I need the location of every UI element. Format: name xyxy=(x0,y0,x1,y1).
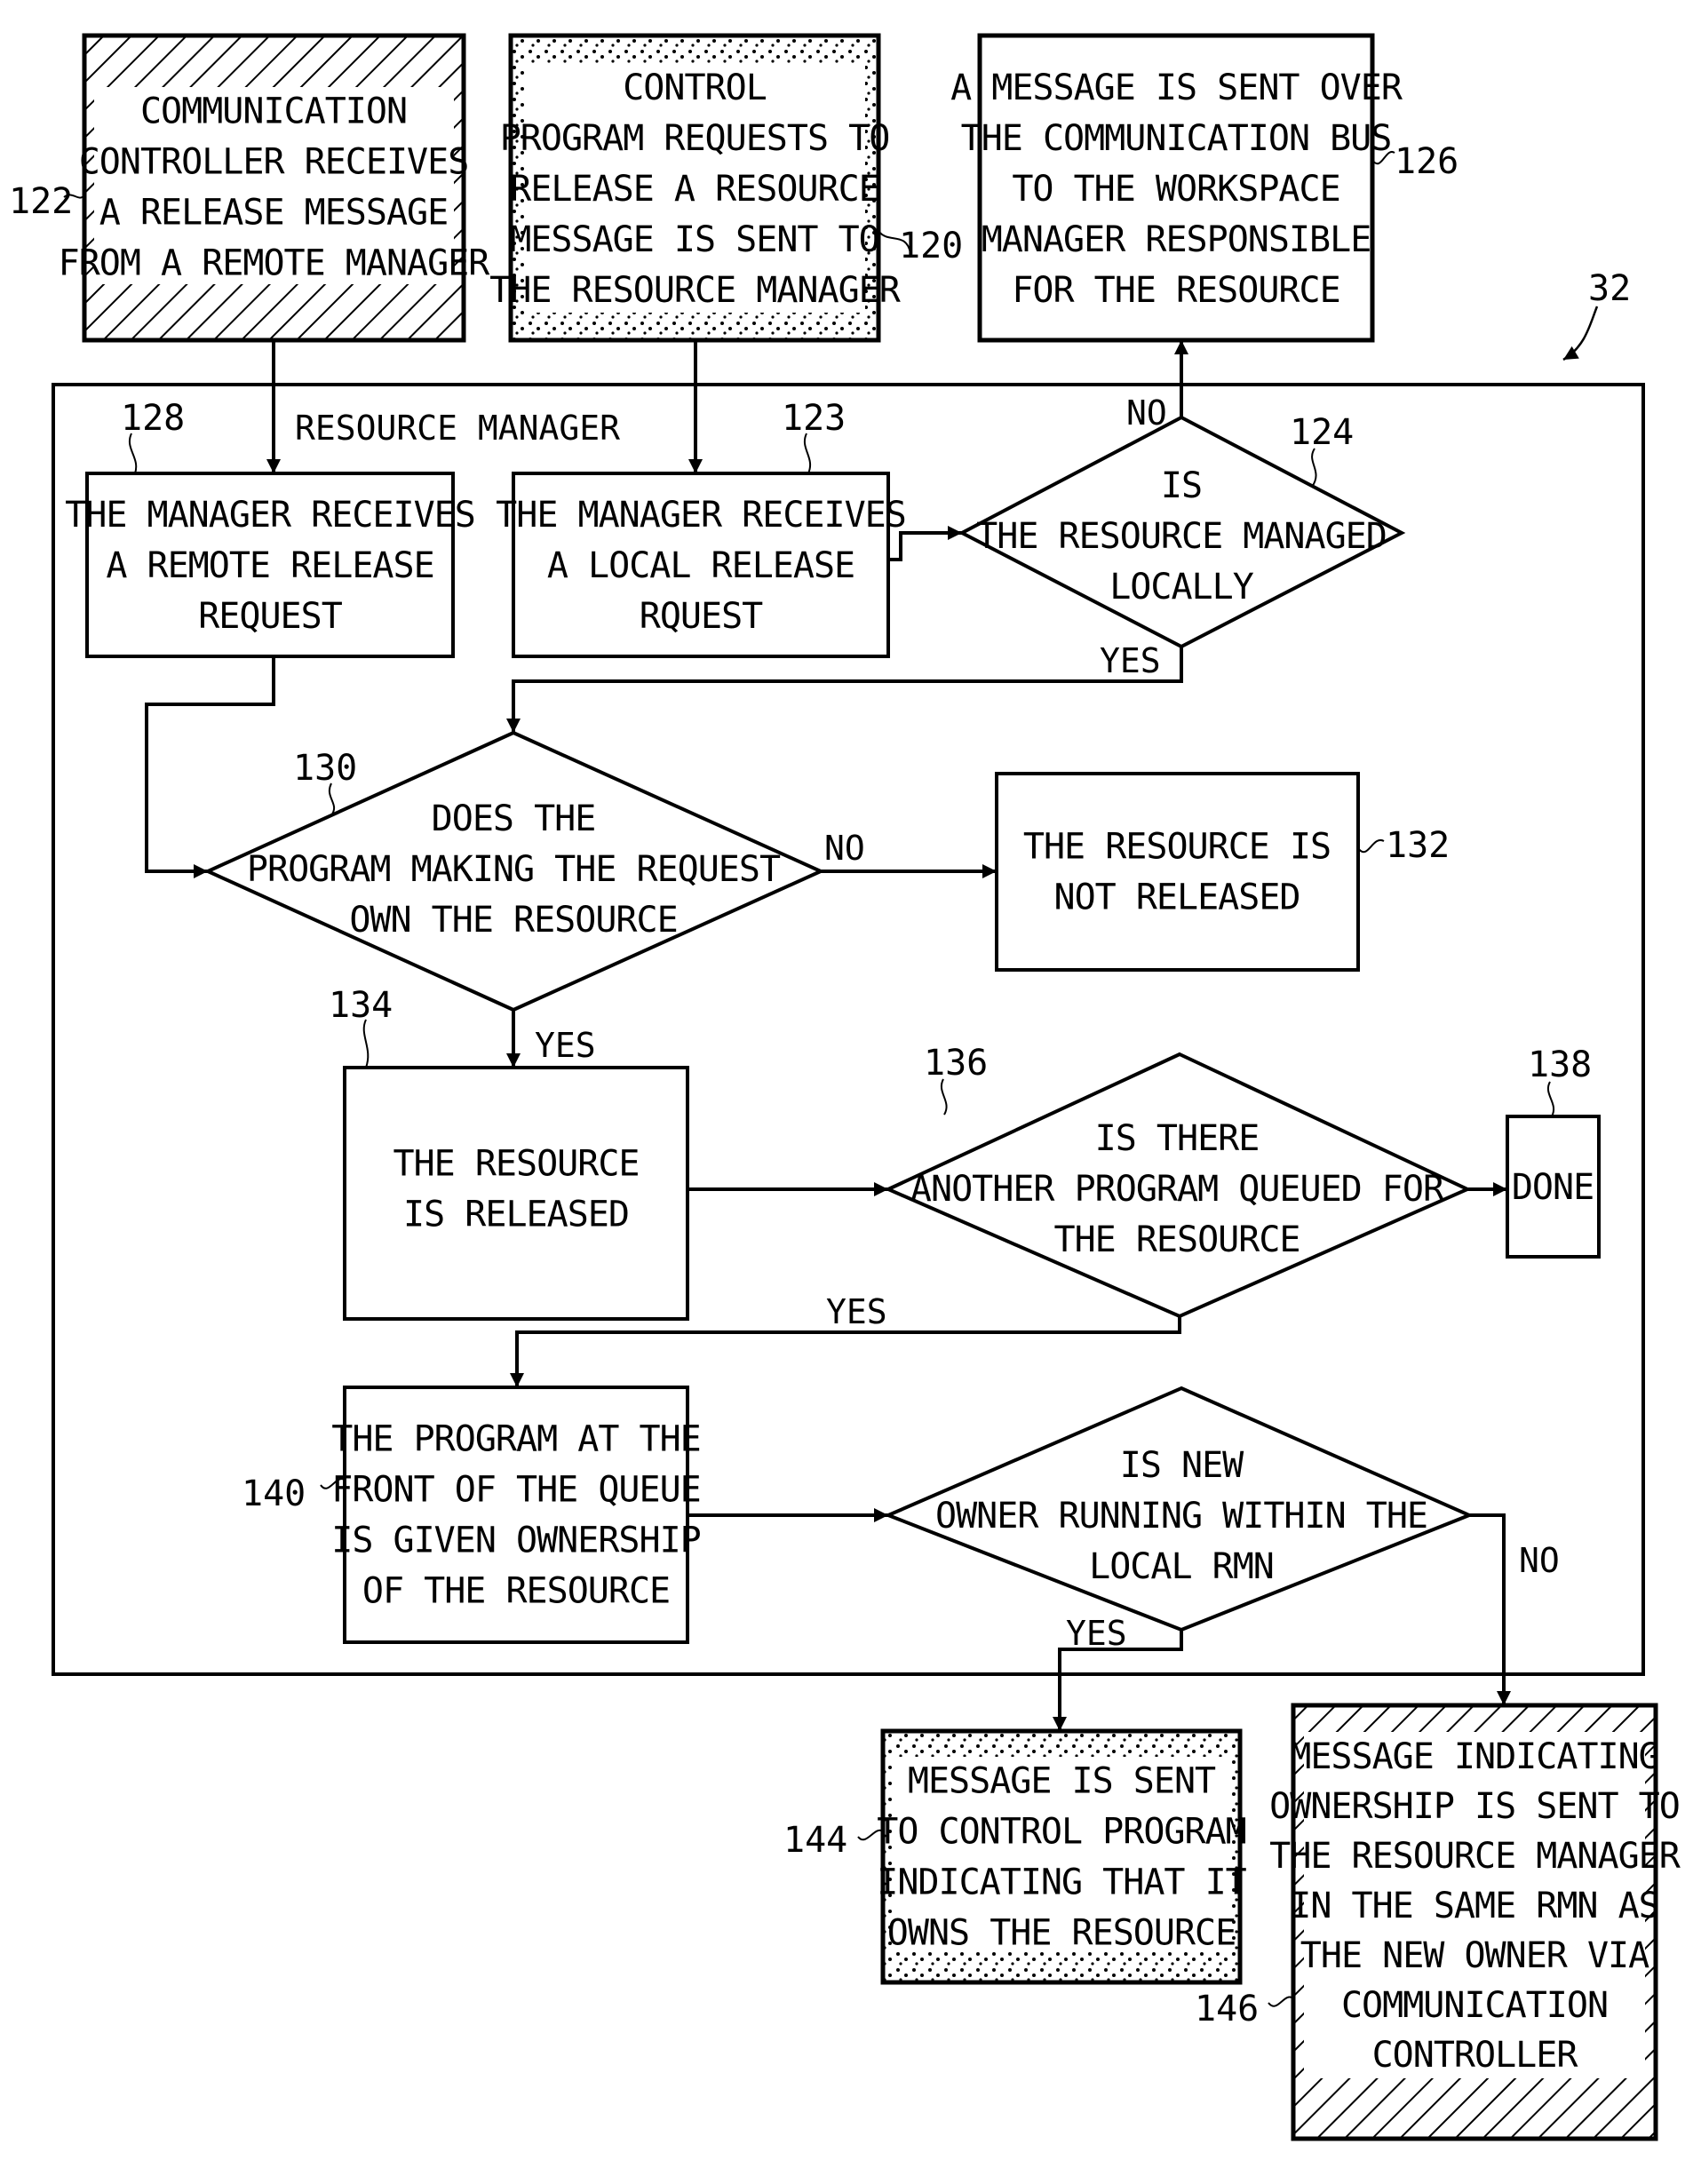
figure-ref-leader xyxy=(1562,306,1599,361)
node-122-text-line: CONTROLLER RECEIVES xyxy=(79,142,469,183)
node-142-text-line: LOCAL RMN xyxy=(1089,1546,1274,1587)
container-label: RESOURCE MANAGER xyxy=(295,409,620,448)
ref-138: 138 xyxy=(1528,1044,1592,1085)
node-126-text-line: TO THE WORKSPACE xyxy=(1012,169,1339,210)
ref-130: 130 xyxy=(293,748,357,789)
node-140-text-line: IS GIVEN OWNERSHIP xyxy=(331,1521,700,1561)
node-136-text-line: ANOTHER PROGRAM QUEUED FOR xyxy=(910,1169,1445,1210)
node-146-text-line: THE RESOURCE MANAGER xyxy=(1269,1836,1681,1877)
node-122-text-line: A RELEASE MESSAGE xyxy=(99,193,448,234)
ref-123: 123 xyxy=(782,398,846,439)
node-140-text-line: OF THE RESOURCE xyxy=(362,1571,670,1612)
leader-123 xyxy=(804,433,811,474)
ref-120: 120 xyxy=(899,226,963,266)
ref-126: 126 xyxy=(1395,141,1459,182)
ref-122: 122 xyxy=(9,181,73,222)
node-132-text-line: NOT RELEASED xyxy=(1054,878,1300,918)
node-126-text-line: MANAGER RESPONSIBLE xyxy=(982,219,1371,260)
node-146-text-line: CONTROLLER xyxy=(1372,2035,1579,2076)
edge-123-to-124 xyxy=(888,526,962,561)
edge-label-142-yes: YES xyxy=(1066,1614,1127,1653)
figure-ref-label: 32 xyxy=(1588,268,1631,309)
node-126-text-line: THE COMMUNICATION BUS xyxy=(961,118,1392,159)
edge-label-124-no: NO xyxy=(1126,393,1167,433)
node-126-text-line: A MESSAGE IS SENT OVER xyxy=(950,68,1403,108)
node-146-text-line: COMMUNICATION xyxy=(1341,1985,1608,2026)
edge-label-136-yes: YES xyxy=(826,1292,887,1331)
node-122-communication-controller xyxy=(82,33,466,343)
node-144-text-line: TO CONTROL PROGRAM xyxy=(877,1812,1245,1853)
ref-144: 144 xyxy=(783,1820,847,1861)
edge-128-to-130 xyxy=(145,656,275,878)
node-132-text-line: THE RESOURCE IS xyxy=(1023,827,1331,868)
node-138-text-line: DONE xyxy=(1512,1167,1594,1208)
node-146-text-line: THE NEW OWNER VIA xyxy=(1300,1935,1649,1976)
node-134-text-line: THE RESOURCE xyxy=(393,1144,640,1185)
node-130-text-line: PROGRAM MAKING THE REQUEST xyxy=(247,849,781,890)
leader-146 xyxy=(1268,1996,1294,2007)
edge-label-130-no: NO xyxy=(824,829,865,868)
leader-132 xyxy=(1357,838,1385,854)
ref-128: 128 xyxy=(121,398,185,439)
node-130-text-line: OWN THE RESOURCE xyxy=(349,900,677,941)
node-texts: COMMUNICATION CONTROLLER RECEIVES A RELEAS… xyxy=(59,68,1682,2076)
edge-label-124-yes: YES xyxy=(1100,641,1161,680)
node-142-text-line: IS NEW xyxy=(1120,1445,1244,1486)
edge-label-130-yes: YES xyxy=(535,1026,596,1065)
edge-142-to-146 xyxy=(1469,1513,1511,1705)
node-120-text-line: MESSAGE IS SENT TO xyxy=(510,219,878,260)
edge-label-142-no: NO xyxy=(1519,1541,1560,1580)
node-122-text-line: FROM A REMOTE MANAGER xyxy=(59,243,491,284)
ref-132: 132 xyxy=(1386,825,1450,866)
node-144-text-line: INDICATING THAT IT xyxy=(877,1862,1246,1903)
flowchart-canvas: RESOURCE MANAGER 32 NO YES NO YES YES YE… xyxy=(9,33,1682,2141)
node-122-text-line: COMMUNICATION xyxy=(140,91,407,132)
node-146-text-line: IN THE SAME RMN AS xyxy=(1290,1886,1658,1926)
ref-124: 124 xyxy=(1290,412,1354,453)
node-136-text-line: IS THERE xyxy=(1095,1118,1260,1159)
ref-136: 136 xyxy=(924,1043,988,1084)
node-136-text-line: THE RESOURCE xyxy=(1054,1219,1300,1260)
node-123-text-line: RQUEST xyxy=(640,596,763,637)
node-134-text-line: IS RELEASED xyxy=(403,1195,629,1235)
node-123-text-line: THE MANAGER RECEIVES xyxy=(496,495,906,536)
node-128-text-line: THE MANAGER RECEIVES xyxy=(65,495,475,536)
leader-138 xyxy=(1547,1081,1554,1117)
leader-136 xyxy=(941,1078,948,1116)
node-126-text-line: FOR THE RESOURCE xyxy=(1012,270,1339,311)
node-140-text-line: FRONT OF THE QUEUE xyxy=(331,1470,700,1511)
ref-146: 146 xyxy=(1195,1989,1259,2029)
node-134-resource-released xyxy=(343,1066,689,1321)
node-120-text-line: THE RESOURCE MANAGER xyxy=(489,270,902,311)
node-130-text-line: DOES THE xyxy=(432,798,596,839)
leader-128 xyxy=(129,433,138,474)
node-146-text-line: OWNERSHIP IS SENT TO xyxy=(1269,1786,1680,1827)
node-142-text-line: OWNER RUNNING WITHIN THE xyxy=(935,1496,1427,1537)
node-132-resource-not-released xyxy=(995,772,1360,972)
node-146-text-line: MESSAGE INDICATING xyxy=(1290,1736,1658,1777)
edge-124-to-130 xyxy=(506,647,1183,733)
node-128-text-line: A REMOTE RELEASE xyxy=(106,545,433,586)
node-124-text-line: IS xyxy=(1161,465,1202,506)
node-123-text-line: A LOCAL RELEASE xyxy=(547,545,854,586)
leader-134 xyxy=(362,1019,370,1068)
node-140-text-line: THE PROGRAM AT THE xyxy=(331,1419,700,1460)
node-124-text-line: LOCALLY xyxy=(1109,567,1253,608)
node-144-text-line: MESSAGE IS SENT xyxy=(908,1761,1216,1802)
node-120-text-line: PROGRAM REQUESTS TO xyxy=(500,118,890,159)
ref-140: 140 xyxy=(242,1473,306,1514)
node-124-text-line: THE RESOURCE MANAGED xyxy=(976,516,1387,557)
node-120-text-line: CONTROL xyxy=(623,68,767,108)
node-128-text-line: REQUEST xyxy=(198,596,342,637)
leader-124 xyxy=(1311,448,1317,488)
node-144-text-line: OWNS THE RESOURCE xyxy=(887,1913,1236,1954)
ref-134: 134 xyxy=(329,985,393,1026)
node-120-text-line: RELEASE A RESOURCE xyxy=(510,169,878,210)
